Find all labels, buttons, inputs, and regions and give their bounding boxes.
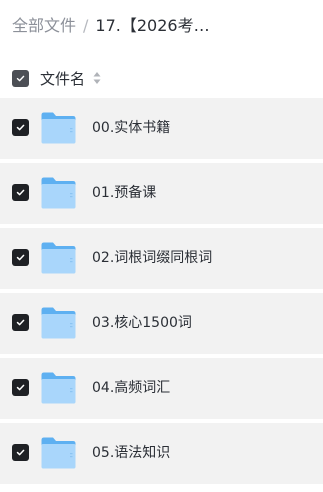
folder-icon [41,372,76,404]
row-checkbox[interactable] [12,444,29,461]
column-header-name[interactable]: 文件名 [40,67,85,91]
file-row[interactable]: 02.词根词缀同根词 [0,228,323,289]
file-row[interactable]: 04.高频词汇 [0,358,323,419]
file-row[interactable]: 03.核心1500词 [0,293,323,354]
sort-icon[interactable] [92,70,102,86]
row-checkbox[interactable] [12,184,29,201]
folder-icon [41,177,76,209]
file-name[interactable]: 00.实体书籍 [92,116,170,140]
row-checkbox[interactable] [12,119,29,136]
breadcrumb-current: 17.【2026考… [95,16,210,35]
breadcrumb-separator: / [83,16,89,35]
folder-icon [41,437,76,469]
file-name[interactable]: 04.高频词汇 [92,376,170,400]
file-name[interactable]: 03.核心1500词 [92,311,192,335]
row-checkbox[interactable] [12,249,29,266]
breadcrumb-root-link[interactable]: 全部文件 [12,14,76,38]
file-browser: 全部文件 / 17.【2026考… 文件名 00.实体书籍 01.预备课 02.… [0,0,323,492]
select-all-checkbox[interactable] [12,70,29,87]
check-icon [16,75,25,82]
column-header: 文件名 [0,64,323,94]
check-icon [16,124,25,131]
file-row[interactable]: 00.实体书籍 [0,98,323,159]
check-icon [16,254,25,261]
folder-icon [41,242,76,274]
file-name[interactable]: 05.语法知识 [92,441,170,465]
breadcrumb: 全部文件 / 17.【2026考… [12,14,312,38]
check-icon [16,384,25,391]
row-checkbox[interactable] [12,314,29,331]
file-name[interactable]: 02.词根词缀同根词 [92,246,212,270]
file-name[interactable]: 01.预备课 [92,181,156,205]
check-icon [16,449,25,456]
file-row[interactable]: 01.预备课 [0,163,323,224]
row-checkbox[interactable] [12,379,29,396]
check-icon [16,319,25,326]
folder-icon [41,307,76,339]
check-icon [16,189,25,196]
folder-icon [41,112,76,144]
file-row[interactable]: 05.语法知识 [0,423,323,484]
